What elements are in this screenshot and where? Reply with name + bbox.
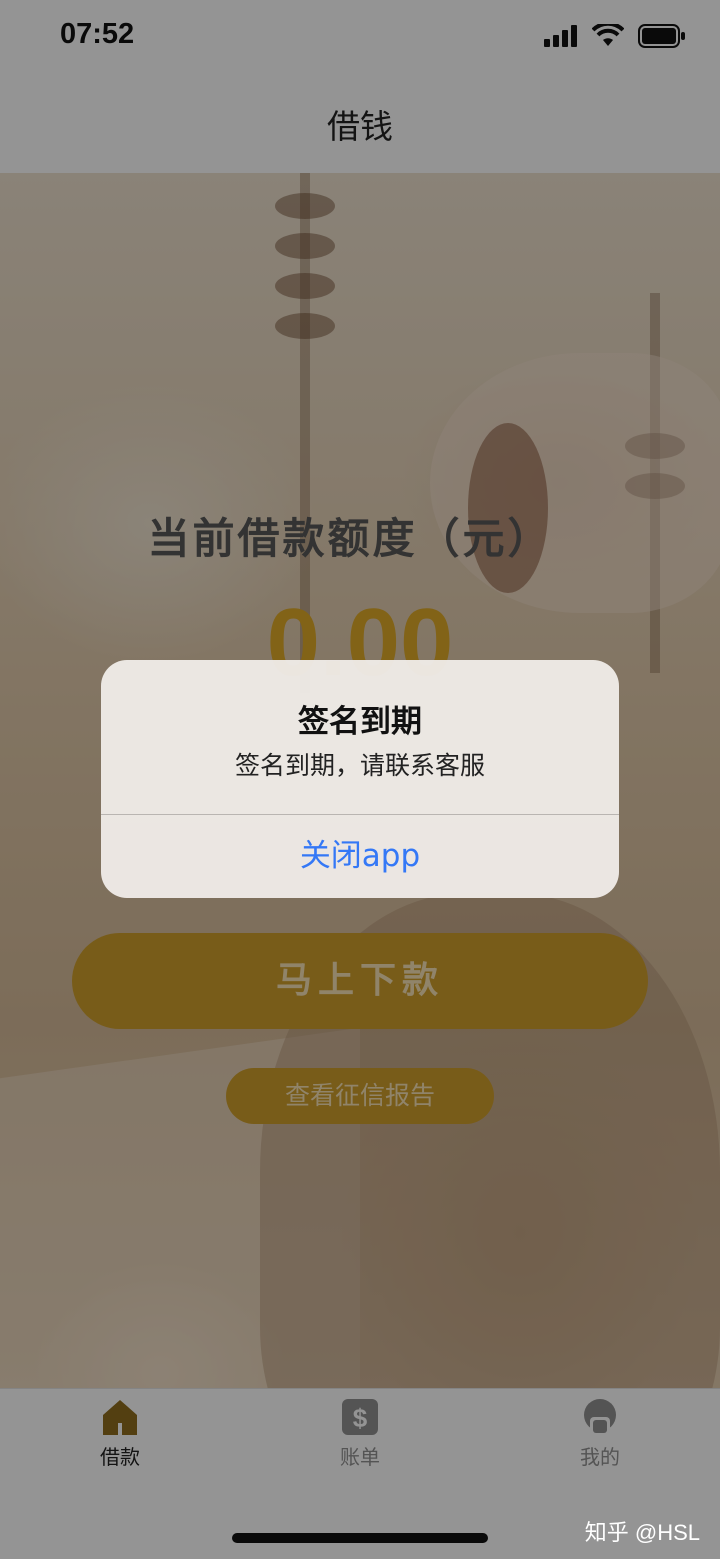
alert-dialog: 签名到期 签名到期，请联系客服 关闭app (101, 660, 619, 898)
alert-title: 签名到期 (298, 704, 422, 740)
alert-message: 签名到期，请联系客服 (234, 751, 485, 780)
close-app-button[interactable]: 关闭app (101, 815, 619, 898)
app-screen: 07:52 借钱 当前借款额度（元） 0.00 马上下款 查看征信报告 借款 $… (0, 0, 720, 1559)
watermark: 知乎 @HSL (584, 1520, 700, 1545)
